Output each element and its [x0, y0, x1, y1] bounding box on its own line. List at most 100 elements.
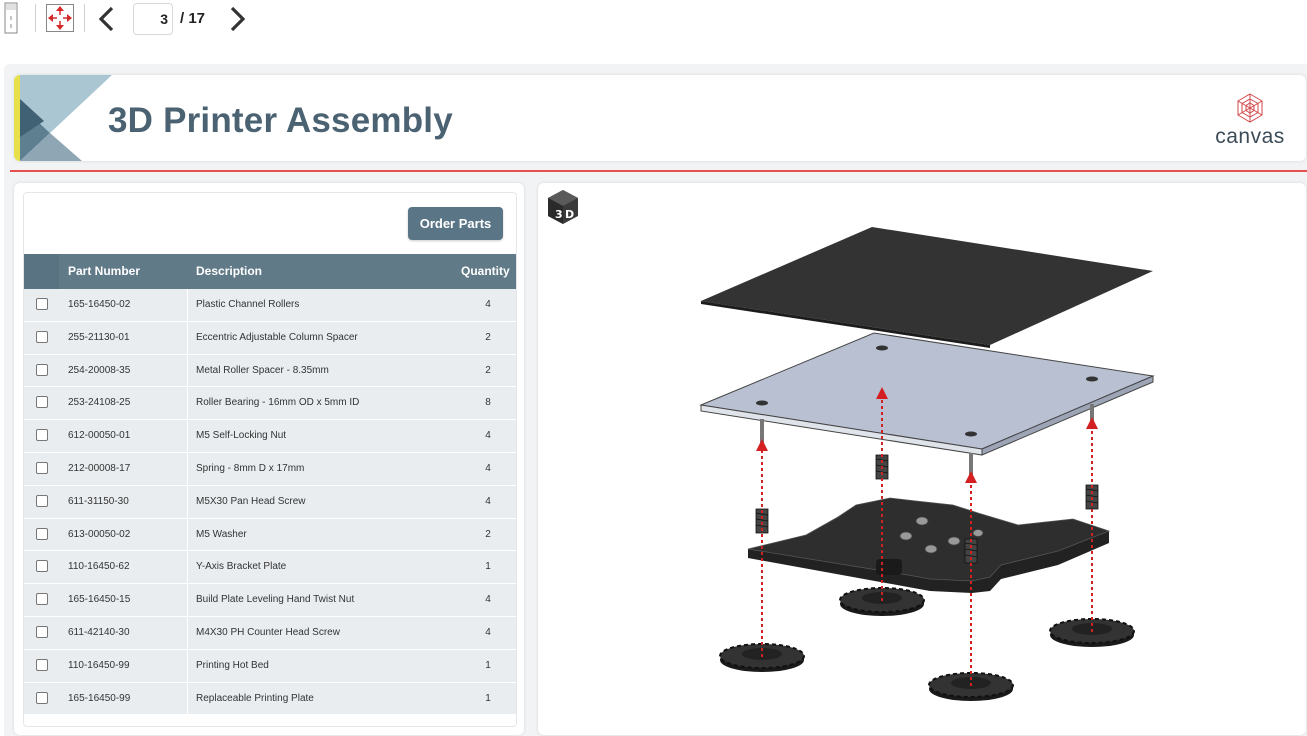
part-number-cell: 253-24108-25: [68, 397, 131, 409]
table-row[interactable]: 165-16450-99 Replaceable Printing Plate 1: [24, 682, 516, 716]
3d-view-label: 3: [555, 208, 563, 221]
leveling-nuts: [719, 587, 1135, 701]
column-divider: [187, 289, 188, 321]
column-divider: [187, 551, 188, 584]
table-row[interactable]: 613-00050-02 M5 Washer 2: [24, 518, 516, 552]
table-row[interactable]: 165-16450-15 Build Plate Leveling Hand Tw…: [24, 584, 516, 617]
chevron-left-icon[interactable]: [94, 4, 118, 34]
column-divider: [187, 616, 188, 649]
column-divider: [187, 452, 188, 485]
canvas-logo: canvas: [1210, 93, 1290, 149]
quantity-cell: 2: [485, 364, 491, 376]
row-checkbox[interactable]: [36, 298, 48, 310]
column-divider: [187, 518, 188, 551]
fit-to-page-icon[interactable]: [44, 2, 76, 34]
quantity-cell: 4: [485, 495, 491, 507]
panel-toggle-icon[interactable]: [2, 2, 20, 34]
description-cell: Metal Roller Spacer - 8.35mm: [196, 364, 329, 376]
description-cell: Build Plate Leveling Hand Twist Nut: [196, 594, 355, 606]
description-cell: Printing Hot Bed: [196, 659, 269, 671]
column-header-description[interactable]: Description: [196, 264, 262, 278]
hot-bed: [699, 332, 1155, 475]
parts-list: Order Parts Part Number Description Quan…: [23, 192, 517, 727]
row-checkbox[interactable]: [36, 396, 48, 409]
table-row[interactable]: 254-20008-35 Metal Roller Spacer - 8.35mm…: [24, 354, 516, 388]
description-cell: M5 Washer: [196, 528, 247, 540]
toolbar-separator: [84, 4, 85, 32]
table-row[interactable]: 255-21130-01 Eccentric Adjustable Column …: [24, 321, 516, 355]
header-divider: [10, 170, 1307, 172]
chevron-right-icon[interactable]: [226, 4, 250, 34]
part-number-cell: 611-42140-30: [68, 626, 130, 638]
part-number-cell: 254-20008-35: [68, 364, 131, 376]
page-total: / 17: [180, 10, 206, 27]
select-column-header: [24, 254, 59, 289]
table-row[interactable]: 253-24108-25 Roller Bearing - 16mm OD x 5…: [24, 387, 516, 421]
table-row[interactable]: 110-16450-99 Printing Hot Bed 1: [24, 649, 516, 683]
row-checkbox[interactable]: [36, 363, 48, 376]
canvas-logo-text: canvas: [1215, 125, 1285, 148]
description-cell: Y-Axis Bracket Plate: [196, 561, 287, 573]
row-checkbox[interactable]: [36, 625, 48, 638]
canvas-logo-icon: [1237, 93, 1263, 123]
column-header-part-number[interactable]: Part Number: [68, 264, 140, 278]
table-row[interactable]: 165-16450-02 Plastic Channel Rollers 4: [24, 289, 516, 322]
page-title: 3D Printer Assembly: [108, 101, 453, 140]
3d-view-icon[interactable]: 3 D: [545, 188, 581, 226]
row-checkbox[interactable]: [36, 560, 48, 573]
column-divider: [187, 387, 188, 420]
table-row[interactable]: 611-42140-30 M4X30 PH Counter Head Screw 4: [24, 616, 516, 650]
row-checkbox[interactable]: [36, 691, 48, 704]
order-parts-button[interactable]: Order Parts: [408, 207, 503, 240]
column-divider: [187, 584, 188, 616]
column-divider: [187, 649, 188, 682]
column-header-quantity[interactable]: Quantity: [461, 264, 510, 278]
part-number-cell: 613-00050-02: [68, 528, 131, 540]
table-row[interactable]: 110-16450-62 Y-Axis Bracket Plate 1: [24, 551, 516, 585]
column-divider: [187, 321, 188, 354]
parts-panel: Order Parts Part Number Description Quan…: [14, 183, 524, 735]
part-number-cell: 255-21130-01: [68, 331, 130, 343]
3d-view-label-second: D: [565, 208, 574, 221]
part-number-cell: 165-16450-15: [68, 594, 131, 606]
table-row[interactable]: 212-00008-17 Spring - 8mm D x 17mm 4: [24, 452, 516, 486]
parts-table-body: 165-16450-02 Plastic Channel Rollers 4 255-…: [24, 289, 516, 716]
row-checkbox[interactable]: [36, 527, 48, 540]
row-checkbox[interactable]: [36, 429, 48, 442]
description-cell: Eccentric Adjustable Column Spacer: [196, 331, 358, 343]
description-cell: Spring - 8mm D x 17mm: [196, 462, 305, 474]
part-number-cell: 110-16450-99: [68, 659, 130, 671]
description-cell: M5X30 Pan Head Screw: [196, 495, 306, 507]
row-checkbox[interactable]: [36, 658, 48, 671]
quantity-cell: 2: [485, 528, 491, 540]
y-axis-bracket-plate: [747, 497, 1111, 593]
column-divider: [187, 354, 188, 387]
quantity-cell: 1: [485, 561, 491, 573]
quantity-cell: 8: [485, 397, 491, 409]
quantity-cell: 4: [485, 430, 491, 442]
row-checkbox[interactable]: [36, 330, 48, 343]
part-number-cell: 612-00050-01: [68, 430, 131, 442]
row-checkbox[interactable]: [36, 494, 48, 507]
page-number-input[interactable]: [133, 3, 173, 35]
quantity-cell: 4: [485, 594, 491, 606]
description-cell: Roller Bearing - 16mm OD x 5mm ID: [196, 397, 360, 409]
page-header: 3D Printer Assembly canvas: [14, 75, 1306, 161]
quantity-cell: 4: [485, 626, 491, 638]
table-row[interactable]: 612-00050-01 M5 Self-Locking Nut 4: [24, 420, 516, 453]
row-checkbox[interactable]: [36, 461, 48, 474]
description-cell: Plastic Channel Rollers: [196, 299, 300, 310]
printing-plate: [701, 227, 1153, 348]
column-divider: [187, 420, 188, 452]
column-divider: [187, 485, 188, 518]
quantity-cell: 1: [485, 659, 491, 671]
row-checkbox[interactable]: [36, 593, 48, 606]
quantity-cell: 4: [485, 462, 491, 474]
quantity-cell: 1: [485, 692, 491, 704]
column-divider: [187, 682, 188, 715]
part-number-cell: 611-31150-30: [68, 495, 129, 507]
toolbar: / 17: [0, 0, 1307, 40]
toolbar-separator: [35, 4, 36, 32]
table-row[interactable]: 611-31150-30 M5X30 Pan Head Screw 4: [24, 485, 516, 519]
model-viewer[interactable]: 3 D: [538, 183, 1306, 735]
